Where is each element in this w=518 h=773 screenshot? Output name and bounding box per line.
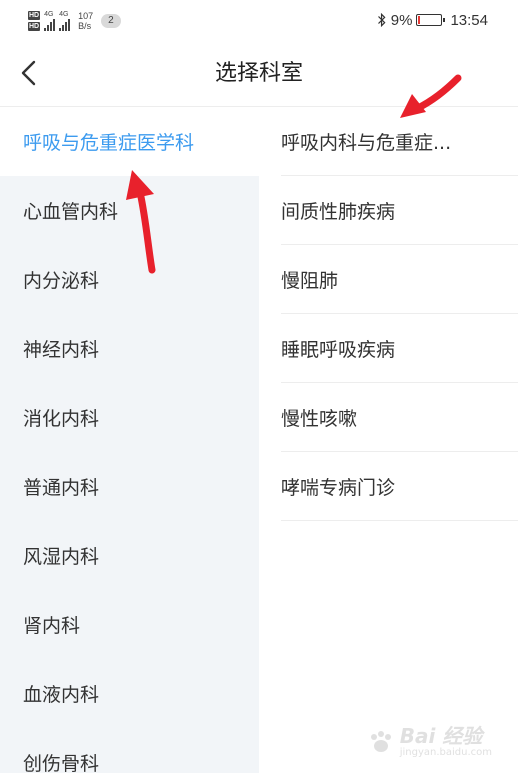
network-type-1: 4G: [44, 11, 54, 18]
department-item-gastroenterology[interactable]: 消化内科: [0, 383, 259, 452]
department-list: 呼吸与危重症医学科 心血管内科 内分泌科 神经内科 消化内科 普通内科 风湿内科…: [0, 107, 259, 773]
app-screen: HD HD 4G 4G 107 B/s 2 9% 13:54 选择科室 呼吸与危…: [0, 0, 518, 773]
watermark-sub: jingyan.baidu.com: [399, 747, 492, 758]
battery-icon: [416, 14, 446, 26]
sub-department-item-copd[interactable]: 慢阻肺: [281, 245, 518, 314]
nav-bar: 选择科室: [0, 40, 518, 107]
department-item-endocrinology[interactable]: 内分泌科: [0, 245, 259, 314]
sub-department-list: 呼吸内科与危重症... 间质性肺疾病 慢阻肺 睡眠呼吸疾病 慢性咳嗽 哮喘专病门…: [259, 107, 518, 773]
sub-department-item-respiratory-critical[interactable]: 呼吸内科与危重症...: [281, 107, 518, 176]
sub-department-item-sleep-apnea[interactable]: 睡眠呼吸疾病: [281, 314, 518, 383]
department-item-cardiology[interactable]: 心血管内科: [0, 176, 259, 245]
network-type-2: 4G: [59, 11, 69, 18]
watermark-main: Bai 经验: [399, 724, 483, 748]
hd-badge-1: HD: [28, 11, 41, 20]
bluetooth-icon: [377, 13, 386, 27]
paw-logo-icon: [370, 731, 391, 752]
department-item-trauma-orthopedics[interactable]: 创伤骨科: [0, 728, 259, 773]
status-bar: HD HD 4G 4G 107 B/s 2 9% 13:54: [0, 0, 518, 40]
status-bar-right: 9% 13:54: [377, 10, 488, 30]
status-bar-left: HD HD 4G 4G 107 B/s 2: [28, 6, 121, 36]
battery-percent: 9%: [390, 11, 413, 29]
network-speed: 107 B/s: [78, 11, 93, 31]
notification-count-badge: 2: [101, 14, 121, 28]
signal-icon-2: 4G: [59, 11, 71, 31]
baidu-jingyan-watermark: Bai 经验 jingyan.baidu.com: [368, 725, 492, 759]
department-item-general-medicine[interactable]: 普通内科: [0, 452, 259, 521]
watermark-text: Bai 经验 jingyan.baidu.com: [400, 725, 492, 759]
hd-badge-2: HD: [28, 22, 41, 31]
network-speed-value: 107: [78, 11, 94, 21]
department-item-neurology[interactable]: 神经内科: [0, 314, 259, 383]
department-item-nephrology[interactable]: 肾内科: [0, 590, 259, 659]
sub-department-item-interstitial-lung[interactable]: 间质性肺疾病: [281, 176, 518, 245]
sub-department-item-chronic-cough[interactable]: 慢性咳嗽: [281, 383, 518, 452]
signal-icon-1: 4G: [44, 11, 56, 31]
department-item-rheumatology[interactable]: 风湿内科: [0, 521, 259, 590]
network-speed-unit: B/s: [78, 21, 92, 31]
page-title: 选择科室: [214, 61, 303, 86]
hd-indicators: HD HD: [28, 11, 41, 31]
sub-department-item-asthma-clinic[interactable]: 哮喘专病门诊: [281, 452, 518, 521]
department-item-respiratory[interactable]: 呼吸与危重症医学科: [0, 107, 259, 176]
clock-time: 13:54: [450, 11, 488, 29]
department-item-hematology[interactable]: 血液内科: [0, 659, 259, 728]
